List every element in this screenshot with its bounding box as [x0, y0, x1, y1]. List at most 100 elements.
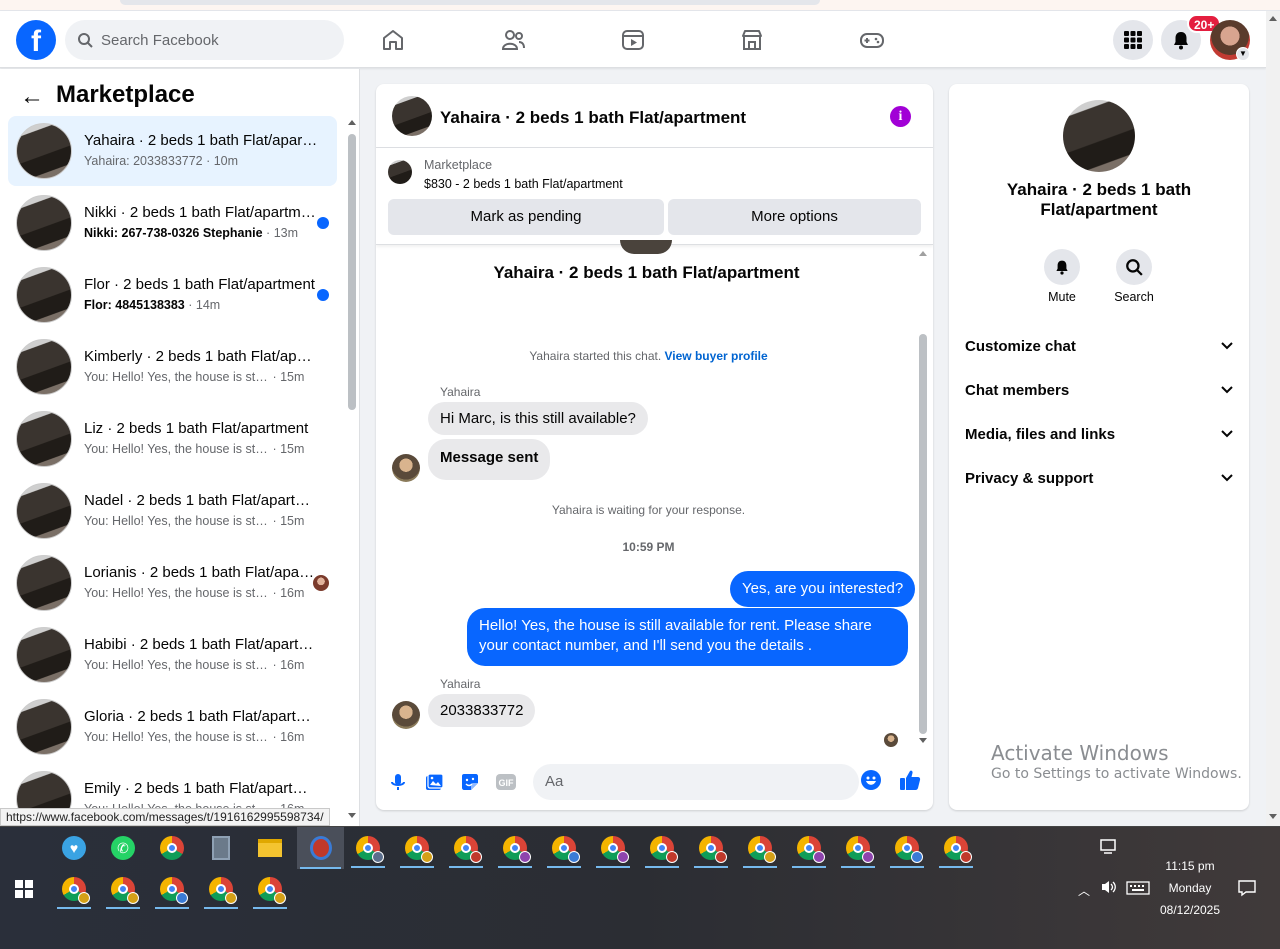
conversation-item[interactable]: Habibi · 2 beds 1 bath Flat/apartment You…: [8, 620, 337, 690]
gif-icon[interactable]: GIF: [492, 768, 520, 796]
scroll-up-icon[interactable]: [919, 250, 927, 258]
chrome-window-icon[interactable]: [348, 828, 388, 868]
chrome-window-icon[interactable]: [642, 828, 682, 868]
chrome-window-icon[interactable]: [495, 828, 535, 868]
video-icon[interactable]: [613, 19, 653, 61]
chrome-window-icon[interactable]: [593, 828, 633, 868]
chrome-window-icon[interactable]: [789, 828, 829, 868]
scrollbar-thumb[interactable]: [919, 334, 927, 734]
sender-name: Yahaira: [440, 677, 481, 691]
file-explorer-icon[interactable]: [250, 828, 290, 868]
chrome-window-icon[interactable]: [691, 828, 731, 868]
outgoing-message[interactable]: Hello! Yes, the house is still available…: [467, 608, 908, 666]
friends-icon[interactable]: [493, 19, 533, 61]
page-scrollbar[interactable]: [1266, 11, 1280, 826]
photo-icon[interactable]: [420, 768, 448, 796]
menu-grid-icon[interactable]: [1113, 20, 1153, 60]
chrome-window-icon[interactable]: [887, 828, 927, 868]
marketplace-icon[interactable]: [732, 19, 772, 61]
chrome-window-icon[interactable]: [740, 828, 780, 868]
conversation-thumbnail: [16, 411, 72, 467]
conversation-item[interactable]: Yahaira · 2 beds 1 bath Flat/apartment Ya…: [8, 116, 337, 186]
chrome-icon: [454, 836, 482, 863]
profile-badge: [519, 851, 531, 863]
sender-avatar[interactable]: [392, 701, 420, 729]
scroll-up-icon[interactable]: [1269, 15, 1277, 23]
volume-icon[interactable]: [1100, 879, 1118, 900]
preview-text: Yahaira: 2033833772: [84, 154, 203, 168]
chat-title[interactable]: Yahaira · 2 beds 1 bath Flat/apartment: [440, 108, 746, 128]
search-input[interactable]: Search Facebook: [65, 20, 344, 60]
more-options-button[interactable]: More options: [668, 199, 921, 235]
listing-avatar[interactable]: [392, 96, 432, 136]
scroll-down-icon[interactable]: [1269, 812, 1277, 820]
conversation-item[interactable]: Gloria · 2 beds 1 bath Flat/apartment You…: [8, 692, 337, 762]
listing-thumbnail[interactable]: [388, 160, 412, 184]
chrome-window-icon[interactable]: [544, 828, 584, 868]
whatsapp-icon[interactable]: ✆: [103, 828, 143, 868]
scroll-down-icon[interactable]: [919, 736, 927, 744]
outgoing-message[interactable]: Yes, are you interested?: [730, 571, 916, 607]
conversation-item[interactable]: Lorianis · 2 beds 1 bath Flat/apartment Y…: [8, 548, 337, 618]
clock-time[interactable]: 11:15 pm: [1158, 859, 1222, 873]
sender-avatar[interactable]: [392, 454, 420, 482]
view-buyer-profile-link[interactable]: View buyer profile: [665, 349, 768, 363]
scroll-down-icon[interactable]: [348, 811, 356, 819]
listing-avatar[interactable]: [1063, 100, 1135, 172]
listing-title[interactable]: $830 - 2 beds 1 bath Flat/apartment: [424, 177, 623, 191]
chrome-window-icon[interactable]: [54, 869, 94, 909]
conversation-thumbnail: [16, 627, 72, 683]
conversation-name: Lorianis · 2 beds 1 bath Flat/apartment: [84, 564, 319, 581]
desktop-notification-icon[interactable]: [1100, 839, 1118, 860]
chat-members-section[interactable]: Chat members: [965, 372, 1233, 408]
chrome-window-icon[interactable]: [201, 869, 241, 909]
customize-chat-section[interactable]: Customize chat: [965, 328, 1233, 364]
media-files-links-section[interactable]: Media, files and links: [965, 416, 1233, 452]
incoming-message[interactable]: 2033833772: [428, 694, 536, 727]
chevron-down-icon[interactable]: ▼: [1236, 47, 1250, 61]
emoji-icon[interactable]: [861, 770, 881, 790]
chevron-up-icon[interactable]: ︿: [1078, 882, 1090, 899]
incoming-message[interactable]: Hi Marc, is this still available?: [428, 402, 648, 435]
message-input[interactable]: Aa: [533, 764, 859, 800]
chrome-window-icon[interactable]: [103, 869, 143, 909]
thumbs-up-icon[interactable]: [896, 766, 924, 794]
chrome-window-icon[interactable]: [838, 828, 878, 868]
sticker-icon[interactable]: [456, 768, 484, 796]
gaming-icon[interactable]: [852, 19, 892, 61]
chrome-window-icon[interactable]: [250, 869, 290, 909]
clock-day[interactable]: Monday: [1158, 881, 1222, 895]
conversation-item[interactable]: Flor · 2 beds 1 bath Flat/apartment Flor:…: [8, 260, 337, 330]
home-icon[interactable]: [373, 19, 413, 61]
conversation-item[interactable]: Kimberly · 2 beds 1 bath Flat/apartment Y…: [8, 332, 337, 402]
incoming-message[interactable]: Message sent: [428, 439, 551, 480]
conversation-name: Gloria · 2 beds 1 bath Flat/apartment: [84, 708, 319, 725]
app-icon-blue[interactable]: ♥: [54, 828, 94, 868]
scroll-up-icon[interactable]: [348, 119, 356, 127]
facebook-logo-icon[interactable]: f: [16, 20, 56, 60]
active-app-icon[interactable]: [297, 827, 344, 869]
conversation-item[interactable]: Nikki · 2 beds 1 bath Flat/apartment Nikk…: [8, 188, 337, 258]
keyboard-icon[interactable]: [1126, 881, 1150, 900]
scrollbar-thumb[interactable]: [348, 134, 356, 410]
action-center-icon[interactable]: [1238, 879, 1256, 902]
scrollbar[interactable]: [917, 246, 929, 746]
windows-start-icon[interactable]: [4, 869, 44, 909]
chrome-window-icon[interactable]: [397, 828, 437, 868]
privacy-support-section[interactable]: Privacy & support: [965, 460, 1233, 496]
chrome-window-icon[interactable]: [446, 828, 486, 868]
microphone-icon[interactable]: [384, 768, 412, 796]
conversation-item[interactable]: Nadel · 2 beds 1 bath Flat/apartment You:…: [8, 476, 337, 546]
scrollbar[interactable]: [347, 119, 356, 819]
calculator-icon[interactable]: [201, 828, 241, 868]
clock-date[interactable]: 08/12/2025: [1155, 903, 1225, 917]
info-icon[interactable]: i: [890, 106, 911, 127]
search-in-chat-button[interactable]: Search: [1104, 249, 1164, 304]
chrome-remote-icon[interactable]: [152, 828, 192, 868]
back-arrow-icon[interactable]: ←: [20, 83, 44, 111]
mute-button[interactable]: Mute: [1032, 249, 1092, 304]
conversation-item[interactable]: Liz · 2 beds 1 bath Flat/apartment You: H…: [8, 404, 337, 474]
chrome-window-icon[interactable]: [936, 828, 976, 868]
mark-as-pending-button[interactable]: Mark as pending: [388, 199, 664, 235]
chrome-window-icon[interactable]: [152, 869, 192, 909]
